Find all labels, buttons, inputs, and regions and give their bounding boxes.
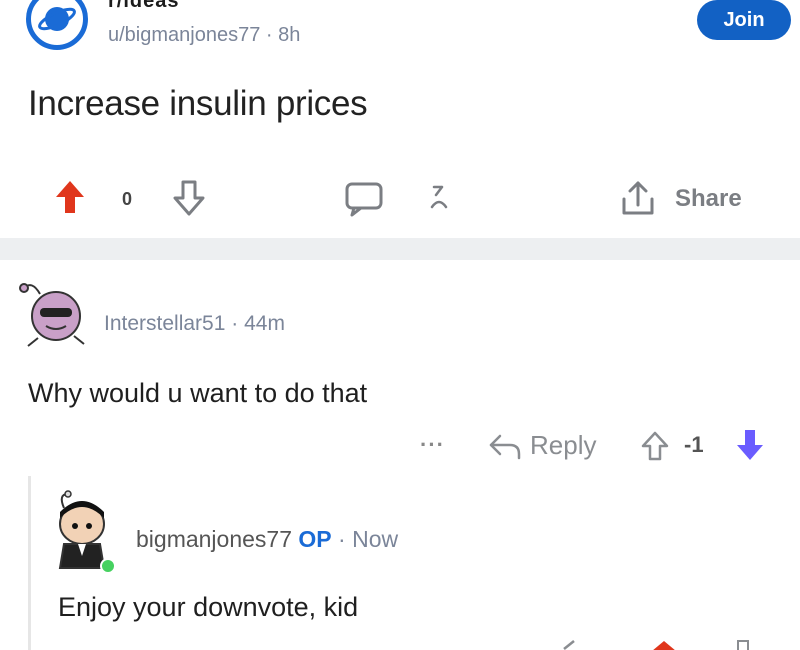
upvote-icon[interactable] [640,430,670,467]
subreddit-name[interactable]: r/ideas [108,0,179,13]
avatar[interactable] [14,270,94,350]
upvote-icon[interactable] [54,179,86,220]
planet-icon [38,7,76,31]
op-badge: OP [298,526,332,552]
comment-author[interactable]: Interstellar51 [104,312,225,335]
meta-separator: · [231,312,239,335]
share-button-label[interactable]: Share [675,185,742,213]
share-icon[interactable] [618,179,658,224]
subreddit-icon[interactable] [26,0,88,50]
more-options-icon[interactable]: ··· [420,432,445,458]
post-vote-count: 0 [122,189,133,209]
post-meta: u/bigmanjones77 · 8h [108,24,300,47]
reply-button-label[interactable]: Reply [530,430,596,461]
downvote-icon[interactable] [172,179,206,222]
section-divider [0,238,800,260]
comment-icon[interactable] [344,181,384,222]
meta-separator: · [338,526,346,552]
comment-action-bar: ··· Reply -1 [0,420,800,470]
post-age: 8h [278,24,301,46]
comment: Interstellar51 · 44m Why would u want to… [0,260,800,480]
downvote-icon[interactable] [734,428,766,467]
comment-action-bar [560,638,800,650]
comment-body: Enjoy your downvote, kid [58,592,359,622]
join-button[interactable]: Join [697,0,791,40]
comment-age: 44m [244,312,285,335]
comment: bigmanjones77 OP · Now Enjoy your downvo… [0,480,800,650]
comment-meta: bigmanjones77 OP · Now [136,526,398,553]
post-header: r/ideas u/bigmanjones77 · 8h Join [0,0,800,60]
post-title[interactable]: Increase insulin prices [28,84,368,124]
comment-meta: Interstellar51 · 44m [104,312,285,336]
comment-age: Now [352,526,399,552]
meta-separator: · [265,24,273,46]
award-icon[interactable] [428,183,450,218]
comment-vote-count: -1 [684,432,704,457]
online-status-indicator [100,558,116,574]
post-author[interactable]: u/bigmanjones77 [108,24,260,46]
reply-icon[interactable] [488,432,522,467]
comment-author[interactable]: bigmanjones77 [136,526,292,552]
post-action-bar: 0 Share [0,165,800,235]
comment-body: Why would u want to do that [28,378,368,408]
